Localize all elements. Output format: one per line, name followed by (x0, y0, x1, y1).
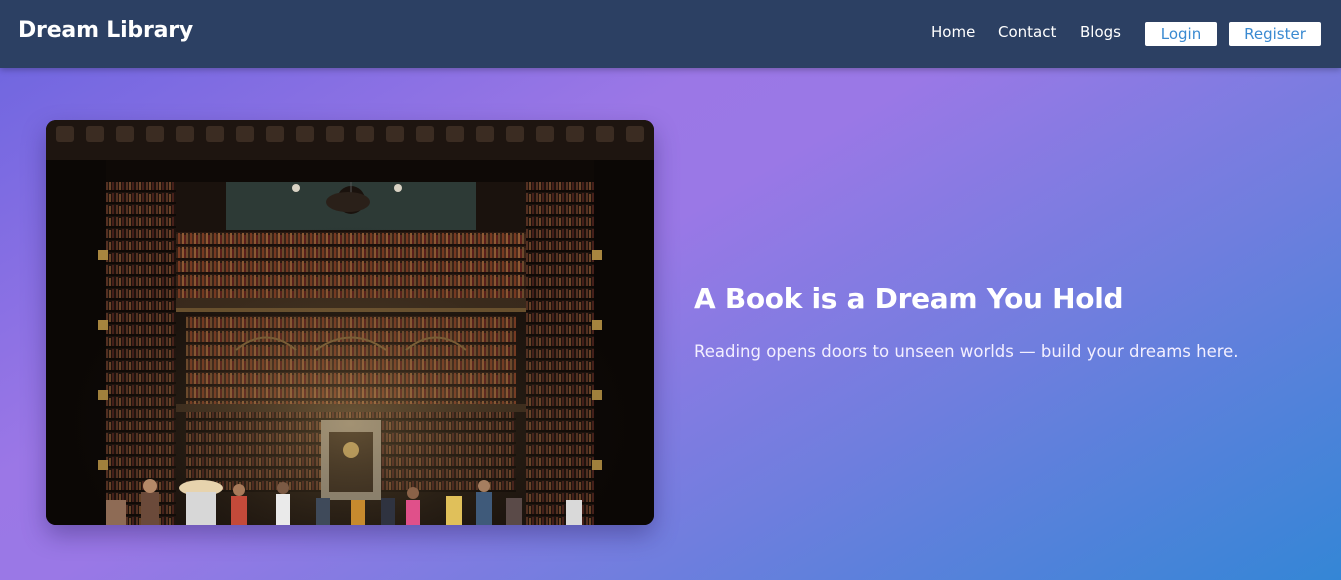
nav-link-home[interactable]: Home (931, 23, 975, 41)
nav-link-blogs[interactable]: Blogs (1080, 23, 1121, 41)
hero-title: A Book is a Dream You Hold (694, 282, 1124, 315)
nav-link-contact[interactable]: Contact (998, 23, 1056, 41)
hero-subtitle: Reading opens doors to unseen worlds — b… (694, 342, 1239, 361)
library-interior-photo (46, 120, 654, 525)
login-button[interactable]: Login (1145, 22, 1217, 46)
navbar: Dream Library Home Contact Blogs Login R… (0, 0, 1341, 68)
library-hero-image (46, 120, 654, 525)
brand-logo[interactable]: Dream Library (18, 18, 193, 43)
register-button[interactable]: Register (1229, 22, 1321, 46)
